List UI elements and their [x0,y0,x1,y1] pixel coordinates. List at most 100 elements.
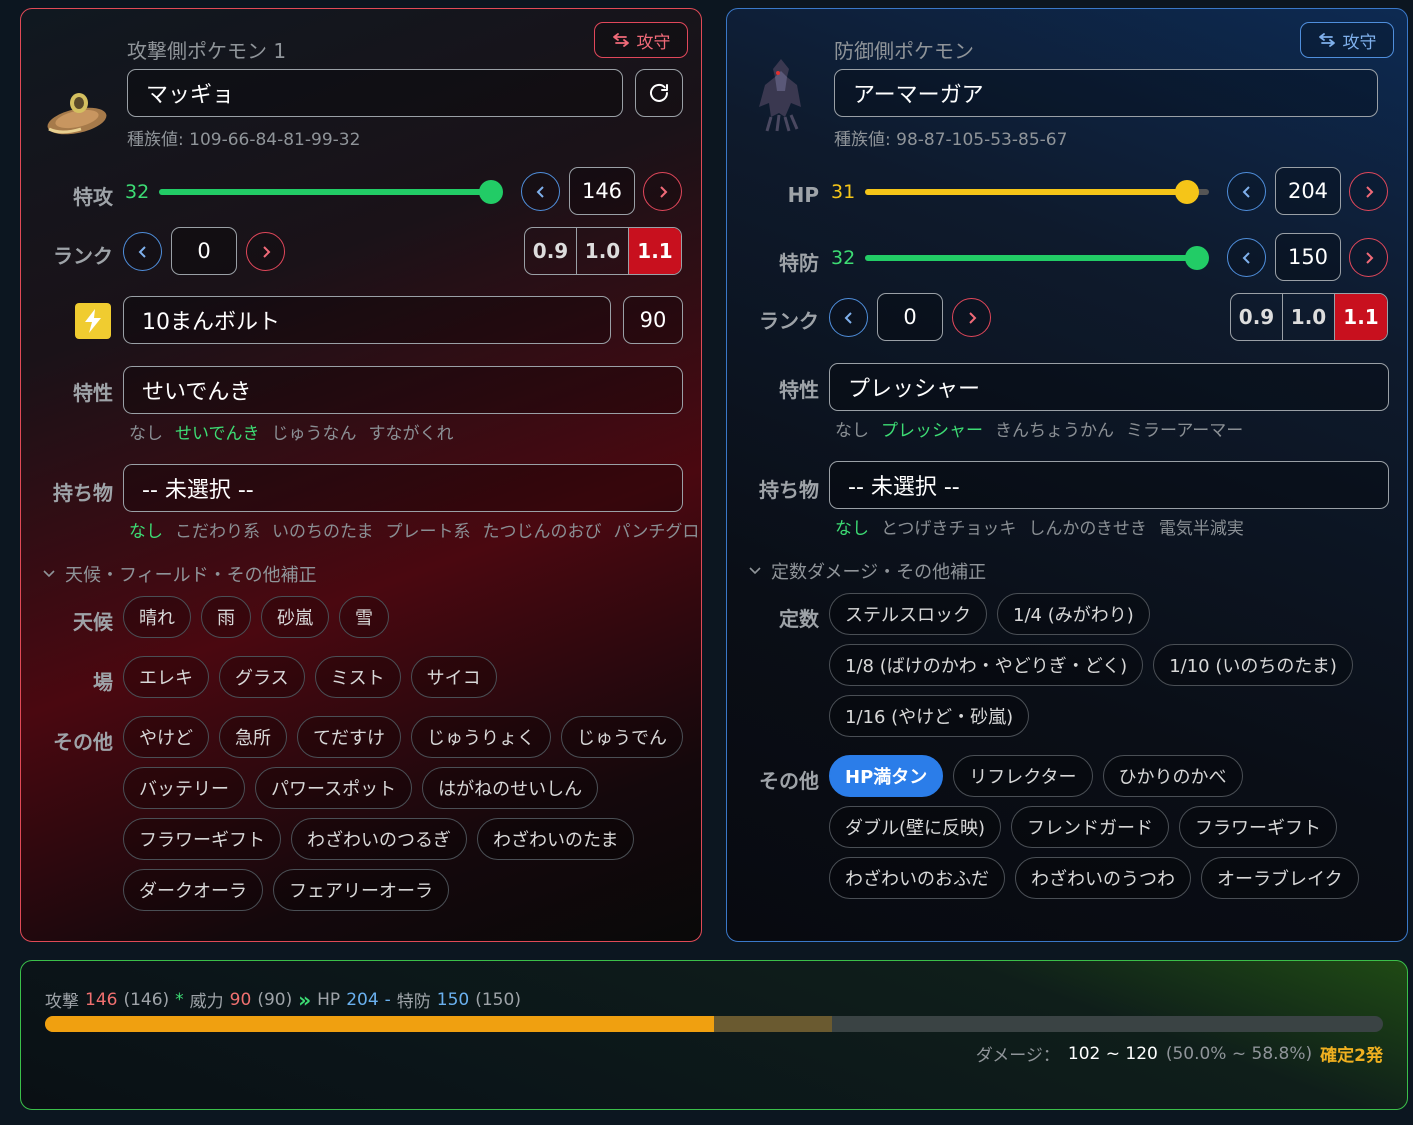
field-chip[interactable]: エレキ [123,656,209,698]
slider-knob[interactable] [1175,180,1199,204]
slider-knob[interactable] [1185,246,1209,270]
defender-rank-label: ランク [759,309,819,333]
item-option[interactable]: パンチグロ [614,517,700,542]
defender-stat-value[interactable]: 150 [1275,233,1341,281]
attacker-swap-button[interactable]: 攻守 [594,22,688,58]
field-chip[interactable]: グラス [219,656,305,698]
defender-rank-value[interactable]: 0 [877,293,943,341]
item-option[interactable]: とつげきチョッキ [881,514,1016,539]
attacker-stat-increase[interactable] [643,172,682,211]
ability-option[interactable]: きんちょうかん [995,416,1114,441]
chevron-down-icon [749,567,761,575]
attacker-rank-decrease[interactable] [123,232,162,271]
modifier-chip[interactable]: HP満タン [829,755,944,797]
weather-chip[interactable]: 雨 [201,596,251,638]
item-option[interactable]: なし [129,517,163,542]
nature-0-9[interactable]: 0.9 [525,228,577,274]
fixed-damage-chip[interactable]: ステルスロック [829,593,987,635]
attacker-stat-decrease[interactable] [521,172,560,211]
modifier-chip[interactable]: ひかりのかべ [1102,755,1243,797]
defender-rank-increase[interactable] [952,298,991,337]
modifier-chip[interactable]: フレンドガード [1011,806,1170,848]
hp-slider[interactable] [865,180,1209,204]
item-option[interactable]: こだわり系 [175,517,260,542]
defender-stat-slider[interactable] [865,246,1209,270]
nature-1-1[interactable]: 1.1 [1335,294,1387,340]
field-chips: エレキ グラス ミスト サイコ [123,656,683,698]
fixed-damage-chip[interactable]: 1/10 (いのちのたま) [1153,644,1353,686]
modifier-chip[interactable]: フェアリーオーラ [273,869,449,911]
nature-0-9[interactable]: 0.9 [1231,294,1283,340]
fixed-damage-chip[interactable]: 1/8 (ばけのかわ・やどりぎ・どく) [829,644,1144,686]
defender-pokemon-input[interactable]: アーマーガア [834,69,1378,117]
modifier-chip[interactable]: てだすけ [297,716,401,758]
fixed-damage-chip[interactable]: 1/4 (みがわり) [997,593,1150,635]
reset-button[interactable] [635,69,683,117]
modifier-chip[interactable]: わざわいのおふだ [829,857,1005,899]
modifier-chip[interactable]: バッテリー [123,767,245,809]
modifier-chip[interactable]: わざわいのうつわ [1015,857,1191,899]
modifier-chip[interactable]: ダブル(壁に反映) [829,806,1002,848]
item-option[interactable]: いのちのたま [272,517,374,542]
nature-1-0[interactable]: 1.0 [1283,294,1335,340]
attacker-ability-options: なし せいでんき じゅうなん すながくれ [129,419,454,444]
modifier-chip[interactable]: じゅうりょく [411,716,551,758]
item-option[interactable]: 電気半減実 [1159,514,1244,539]
modifier-chip[interactable]: オーラブレイク [1201,857,1359,899]
modifier-chip[interactable]: じゅうでん [561,716,683,758]
defender-item-select[interactable]: -- 未選択 -- [829,461,1389,509]
defender-ability-input[interactable]: プレッシャー [829,363,1389,411]
move-power-input[interactable]: 90 [623,296,683,344]
item-option[interactable]: プレート系 [386,517,471,542]
calc-dash: - [384,989,391,1010]
ability-option[interactable]: なし [129,419,163,444]
attacker-item-select[interactable]: -- 未選択 -- [123,464,683,512]
attacker-stat-value[interactable]: 146 [569,167,635,215]
hp-increase[interactable] [1349,172,1388,211]
ability-option[interactable]: すながくれ [369,419,454,444]
attacker-stat-slider[interactable] [159,180,503,204]
defender-stat-increase[interactable] [1349,238,1388,277]
calc-atk-raw: (146) [123,989,170,1010]
ability-option[interactable]: ミラーアーマー [1126,416,1243,441]
ability-option[interactable]: プレッシャー [881,416,983,441]
modifier-chip[interactable]: わざわいのたま [477,818,635,860]
attacker-rank-value[interactable]: 0 [171,227,237,275]
defender-swap-button[interactable]: 攻守 [1300,22,1394,58]
fixed-damage-chip[interactable]: 1/16 (やけど・砂嵐) [829,695,1030,737]
item-option[interactable]: しんかのきせき [1028,514,1147,539]
ability-option[interactable]: じゅうなん [272,419,357,444]
modifier-chip[interactable]: わざわいのつるぎ [291,818,467,860]
modifier-chip[interactable]: パワースポット [255,767,413,809]
modifier-chip[interactable]: フラワーギフト [1179,806,1338,848]
ability-option[interactable]: なし [835,416,869,441]
modifier-chip[interactable]: 急所 [219,716,287,758]
defender-stat-decrease[interactable] [1227,238,1266,277]
item-option[interactable]: なし [835,514,869,539]
nature-1-0[interactable]: 1.0 [577,228,629,274]
defender-section-toggle[interactable]: 定数ダメージ・その他補正 [749,558,986,584]
modifier-chip[interactable]: フラワーギフト [123,818,281,860]
modifier-chip[interactable]: やけど [123,716,209,758]
field-chip[interactable]: ミスト [314,656,401,698]
slider-knob[interactable] [479,180,503,204]
modifier-chip[interactable]: リフレクター [953,755,1093,797]
nature-1-1[interactable]: 1.1 [629,228,681,274]
ability-option[interactable]: せいでんき [175,419,260,444]
attacker-rank-increase[interactable] [246,232,285,271]
hp-value[interactable]: 204 [1275,167,1341,215]
attacker-ability-input[interactable]: せいでんき [123,366,683,414]
attacker-panel: 攻守 攻撃側ポケモン 1 マッギョ 種族値: 109-66-84-81-99-3… [20,8,702,942]
field-chip[interactable]: サイコ [410,656,497,698]
attacker-pokemon-input[interactable]: マッギョ [127,69,623,117]
weather-chip[interactable]: 砂嵐 [261,596,329,638]
modifier-chip[interactable]: ダークオーラ [123,869,263,911]
modifier-chip[interactable]: はがねのせいしん [422,767,599,809]
move-input[interactable]: 10まんボルト [123,296,611,344]
item-option[interactable]: たつじんのおび [483,517,602,542]
weather-chip[interactable]: 晴れ [123,596,191,638]
weather-chip[interactable]: 雪 [339,596,389,638]
defender-rank-decrease[interactable] [829,298,868,337]
hp-decrease[interactable] [1227,172,1266,211]
attacker-section-toggle[interactable]: 天候・フィールド・その他補正 [43,561,317,587]
